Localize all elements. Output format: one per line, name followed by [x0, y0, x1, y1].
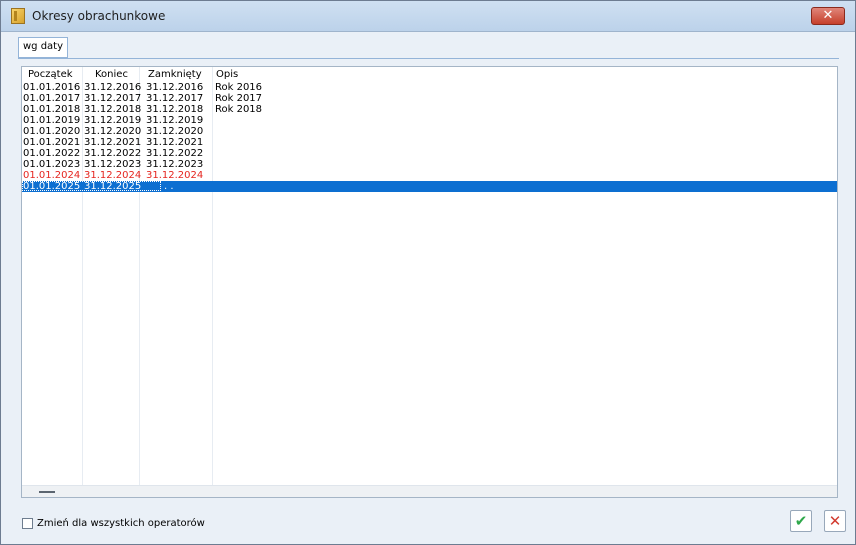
cell-closed: 31.12.2020: [146, 126, 204, 137]
cell-closed: 31.12.2016: [146, 82, 204, 93]
cancel-button[interactable]: ✕: [824, 510, 846, 532]
table-row[interactable]: 01.01.2017 31.12.2017 31.12.2017 Rok 201…: [22, 93, 837, 104]
close-icon: ✕: [822, 8, 834, 23]
cell-start: 01.01.2020: [23, 126, 81, 137]
table-row[interactable]: 01.01.2022 31.12.2022 31.12.2022: [22, 148, 837, 159]
cell-closed: . .: [164, 181, 174, 192]
cell-end: 31.12.2022: [84, 148, 142, 159]
table-row[interactable]: 01.01.2021 31.12.2021 31.12.2021: [22, 137, 837, 148]
cell-closed: 31.12.2023: [146, 159, 204, 170]
cell-start: 01.01.2019: [23, 115, 81, 126]
cell-end: 31.12.2019: [84, 115, 142, 126]
cell-start: 01.01.2024: [23, 170, 81, 181]
all-operators-label: Zmień dla wszystkich operatorów: [37, 518, 205, 529]
table-row[interactable]: 01.01.2016 31.12.2016 31.12.2016 Rok 201…: [22, 82, 837, 93]
cell-description: Rok 2018: [215, 104, 263, 115]
cell-closed: 31.12.2021: [146, 137, 204, 148]
table-row[interactable]: 01.01.2024 31.12.2024 31.12.2024: [22, 170, 837, 181]
cell-end: 31.12.2016: [84, 82, 142, 93]
table-row[interactable]: 01.01.2020 31.12.2020 31.12.2020: [22, 126, 837, 137]
close-button[interactable]: ✕: [811, 7, 845, 25]
cell-end: 31.12.2018: [84, 104, 142, 115]
dialog-window: Okresy obrachunkowe ✕ wg daty Początek K…: [0, 0, 856, 545]
periods-table[interactable]: Początek Koniec Zamknięty Opis 01.01.201…: [21, 66, 838, 498]
cell-closed: 31.12.2022: [146, 148, 204, 159]
cell-closed: 31.12.2019: [146, 115, 204, 126]
table-row[interactable]: 01.01.2019 31.12.2019 31.12.2019: [22, 115, 837, 126]
column-header-end[interactable]: Koniec: [95, 69, 128, 80]
cell-end: 31.12.2024: [84, 170, 142, 181]
table-row[interactable]: 01.01.2018 31.12.2018 31.12.2018 Rok 201…: [22, 104, 837, 115]
cell-start: 01.01.2022: [23, 148, 81, 159]
cell-start: 01.01.2018: [23, 104, 81, 115]
table-row[interactable]: 01.01.2023 31.12.2023 31.12.2023: [22, 159, 837, 170]
window-title: Okresy obrachunkowe: [32, 9, 166, 23]
cell-closed: 31.12.2017: [146, 93, 204, 104]
cell-start: 01.01.2021: [23, 137, 81, 148]
table-footer: [22, 485, 837, 497]
column-header-closed[interactable]: Zamknięty: [148, 69, 202, 80]
ok-button[interactable]: ✔: [790, 510, 812, 532]
title-bar: Okresy obrachunkowe ✕: [1, 1, 855, 32]
cell-end: 31.12.2017: [84, 93, 142, 104]
cell-closed: 31.12.2024: [146, 170, 204, 181]
footer-indicator: [39, 491, 55, 493]
cell-start: 01.01.2025: [23, 181, 81, 192]
cell-end: 31.12.2023: [84, 159, 142, 170]
cell-start: 01.01.2016: [23, 82, 81, 93]
cell-start: 01.01.2017: [23, 93, 81, 104]
cell-description: Rok 2016: [215, 82, 263, 93]
check-icon: ✔: [794, 512, 808, 530]
cell-closed: 31.12.2018: [146, 104, 204, 115]
cell-end: 31.12.2021: [84, 137, 142, 148]
cell-description: Rok 2017: [215, 93, 263, 104]
cell-end: 31.12.2025: [84, 181, 142, 192]
table-row-selected[interactable]: 01.01.2025 31.12.2025 . .: [22, 181, 837, 192]
column-header-description[interactable]: Opis: [216, 69, 238, 80]
cancel-icon: ✕: [828, 512, 842, 530]
cell-start: 01.01.2023: [23, 159, 81, 170]
column-header-start[interactable]: Początek: [28, 69, 73, 80]
all-operators-checkbox[interactable]: [22, 518, 33, 529]
tab-wg-daty[interactable]: wg daty: [18, 37, 68, 58]
folder-icon: [11, 8, 25, 24]
cell-end: 31.12.2020: [84, 126, 142, 137]
tab-strip-divider: [18, 58, 839, 59]
